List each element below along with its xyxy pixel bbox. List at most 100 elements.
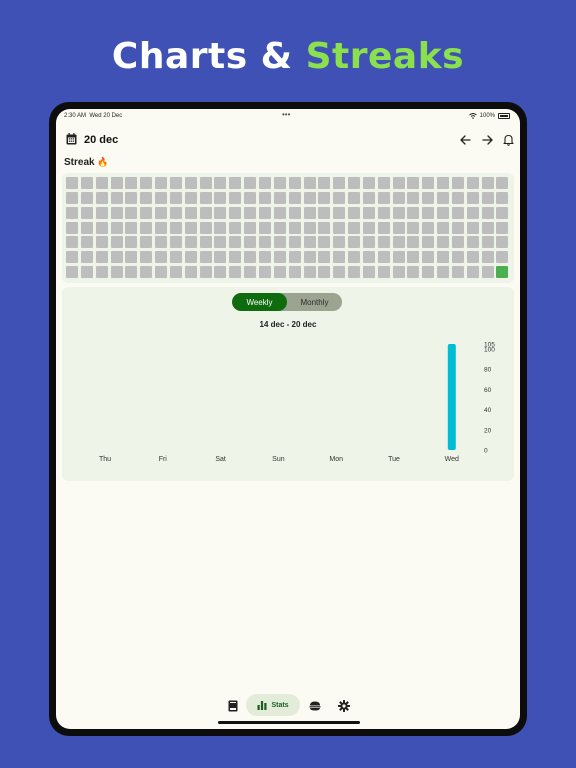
streak-cell (214, 221, 227, 234)
streak-cell (348, 236, 361, 249)
streak-cell (466, 177, 479, 189)
streak-cell (377, 206, 390, 219)
streak-cell (362, 266, 375, 279)
streak-cell (184, 191, 197, 204)
streak-cell (496, 206, 509, 219)
x-tick-label: Tue (388, 456, 400, 463)
streak-cell (288, 236, 301, 249)
fire-icon: 🔥 (97, 157, 109, 167)
food-icon[interactable] (307, 698, 323, 714)
streak-cell (214, 236, 227, 249)
chart-card: Weekly Monthly 14 dec - 20 dec Thu Fri Sat… (62, 287, 514, 481)
streak-cell (125, 221, 138, 234)
streak-cell-active (496, 266, 509, 279)
streak-heading: Streak 🔥 (64, 157, 109, 168)
streak-cell (258, 177, 271, 189)
streak-cell (377, 251, 390, 264)
streak-cell (392, 221, 405, 234)
current-date[interactable]: 20 dec (84, 134, 118, 146)
streak-heatmap-card (62, 173, 514, 283)
streak-cell (407, 177, 420, 189)
streak-cell (244, 236, 257, 249)
streak-cell (318, 266, 331, 279)
gear-icon[interactable] (336, 698, 352, 714)
streak-cell (273, 206, 286, 219)
streak-cell (110, 236, 123, 249)
streak-cell (407, 206, 420, 219)
streak-cell (392, 191, 405, 204)
streak-cell (229, 266, 242, 279)
streak-cell (66, 236, 78, 249)
streak-cell (303, 206, 316, 219)
streak-cell (362, 177, 375, 189)
streak-title: Streak (64, 157, 95, 168)
multitask-dots[interactable]: ••• (282, 110, 290, 119)
y-tick-label: 105 (484, 342, 495, 349)
streak-cell (333, 236, 346, 249)
streak-cell (80, 266, 93, 279)
streak-cell (199, 221, 212, 234)
streak-cell (437, 251, 450, 264)
streak-cell (303, 251, 316, 264)
streak-cell (110, 251, 123, 264)
bar-chart-icon (257, 701, 267, 710)
streak-cell (377, 236, 390, 249)
streak-cell (481, 266, 494, 279)
streak-cell (95, 206, 108, 219)
bar-wed[interactable] (447, 344, 456, 450)
streak-cell (140, 266, 153, 279)
streak-cell (125, 191, 138, 204)
arrow-right-icon[interactable] (478, 131, 496, 149)
streak-cell (155, 221, 168, 234)
headline: Charts & Streaks (0, 36, 576, 77)
status-right: 100% (468, 113, 510, 119)
streak-cell (481, 191, 494, 204)
stats-nav-item[interactable]: Stats (246, 694, 300, 716)
book-icon[interactable] (225, 698, 241, 714)
streak-cell (95, 221, 108, 234)
streak-cell (392, 266, 405, 279)
headline-part-2: Streaks (305, 36, 465, 77)
streak-cell (422, 191, 435, 204)
x-tick-label: Wed (445, 456, 459, 463)
bell-icon[interactable] (499, 131, 517, 149)
streak-cell (66, 251, 78, 264)
arrow-left-icon[interactable] (456, 131, 474, 149)
home-indicator[interactable] (218, 721, 360, 724)
streak-cell (244, 251, 257, 264)
y-tick-label: 20 (484, 427, 492, 434)
streak-cell (288, 177, 301, 189)
streak-cell (362, 236, 375, 249)
streak-cell (437, 221, 450, 234)
streak-cell (199, 251, 212, 264)
streak-cell (80, 177, 93, 189)
streak-cell (169, 221, 182, 234)
streak-cell (437, 206, 450, 219)
streak-cell (169, 266, 182, 279)
streak-cell (466, 251, 479, 264)
streak-cell (95, 191, 108, 204)
streak-cell (333, 266, 346, 279)
streak-cell (392, 236, 405, 249)
streak-cell (184, 221, 197, 234)
streak-cell (258, 206, 271, 219)
streak-cell (288, 221, 301, 234)
streak-cell (362, 206, 375, 219)
y-tick-label: 60 (484, 387, 492, 394)
streak-cell (362, 221, 375, 234)
streak-cell (169, 236, 182, 249)
streak-cell (258, 191, 271, 204)
streak-cell (466, 206, 479, 219)
streak-cell (303, 266, 316, 279)
streak-cell (155, 191, 168, 204)
streak-cell (229, 177, 242, 189)
streak-cell (184, 251, 197, 264)
streak-cell (80, 206, 93, 219)
calendar-icon[interactable] (66, 133, 77, 145)
streak-cell (66, 177, 78, 189)
streak-cell (348, 206, 361, 219)
streak-cell (169, 177, 182, 189)
streak-cell (169, 206, 182, 219)
streak-cell (437, 236, 450, 249)
streak-cell (437, 266, 450, 279)
